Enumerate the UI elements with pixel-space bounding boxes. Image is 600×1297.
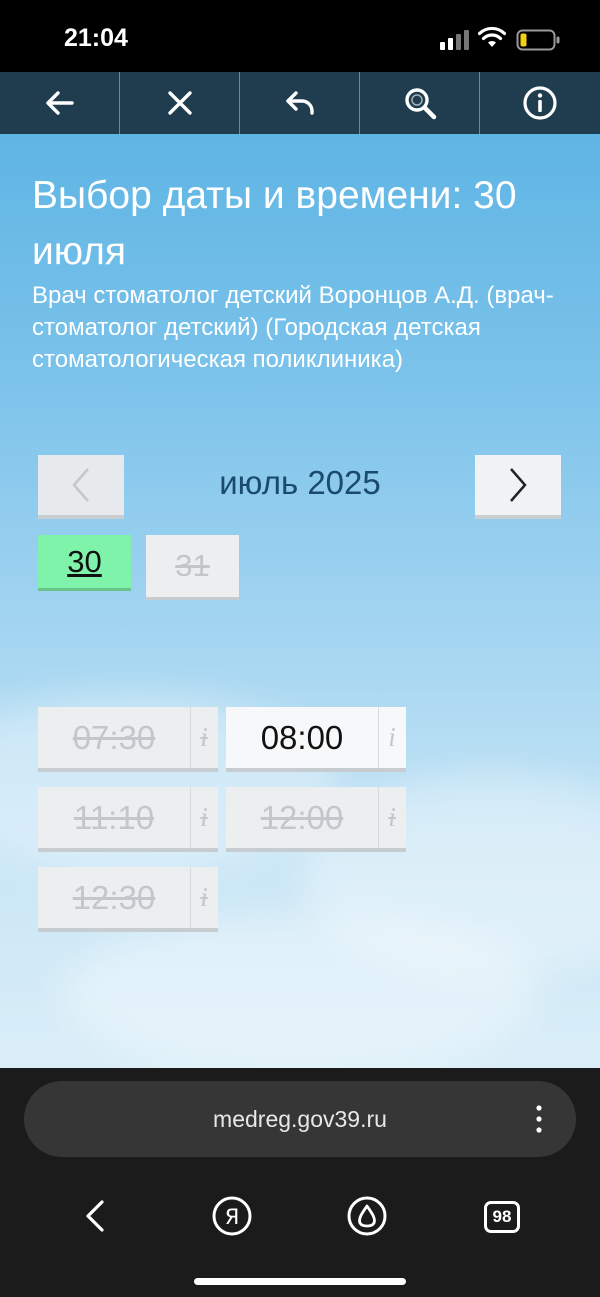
slot-info-icon[interactable]: i [378,787,405,848]
page-title: Выбор даты и времени: 30 июля [32,174,517,273]
month-label: июль 2025 [219,464,381,501]
slot-time[interactable]: 07:30 [38,707,190,768]
battery-icon [516,29,560,51]
browser-nav: Я 98 [0,1188,600,1244]
slot-time[interactable]: 12:00 [226,787,378,848]
browser-bar: medreg.gov39.ru Я 98 [0,1068,600,1297]
app-toolbar [0,72,600,134]
day-button-30[interactable]: 30 [38,535,131,591]
back-icon [86,1200,104,1232]
wifi-icon [478,26,506,47]
status-time: 21:04 [64,24,128,52]
info-icon [523,86,557,120]
chevron-right-icon [510,468,527,502]
undo-arrow-icon [285,91,314,115]
tabs-icon: 98 [484,1201,520,1233]
slot-info-icon[interactable]: i [190,867,217,928]
alice-icon [347,1196,387,1236]
slot-info-icon[interactable]: i [378,707,405,768]
chevron-left-icon [72,468,89,502]
slot-info-icon[interactable]: i [190,787,217,848]
day-button-31[interactable]: 31 [146,535,239,600]
time-slot-1200[interactable]: 12:00 i [226,787,406,852]
slot-time[interactable]: 11:10 [38,787,190,848]
time-slot-0800[interactable]: 08:00 i [226,707,406,772]
more-menu-icon[interactable] [530,1103,548,1135]
slot-time[interactable]: 08:00 [226,707,378,768]
content-area: Выбор даты и времени: 30 июля Врач стома… [0,134,600,1068]
tabs-button[interactable]: 98 [474,1188,530,1244]
slot-time[interactable]: 12:30 [38,867,190,928]
close-button[interactable] [120,72,240,134]
time-slot-0730[interactable]: 07:30 i [38,707,218,772]
browser-back-button[interactable] [68,1188,124,1244]
prev-month-button[interactable] [38,455,124,519]
signal-icon [440,30,469,50]
svg-text:Я: Я [225,1205,240,1229]
close-icon [167,91,192,115]
search-button[interactable] [360,72,480,134]
home-indicator[interactable] [194,1278,406,1285]
search-icon [404,88,436,120]
back-button[interactable] [0,72,120,134]
doctor-info: Врач стоматолог детский Воронцов А.Д. (в… [32,282,554,373]
undo-button[interactable] [240,72,360,134]
yandex-button[interactable]: Я [204,1188,260,1244]
url-text[interactable]: medreg.gov39.ru [24,1081,576,1157]
time-slot-1110[interactable]: 11:10 i [38,787,218,852]
time-slot-1230[interactable]: 12:30 i [38,867,218,932]
next-month-button[interactable] [475,455,561,519]
status-bar: 21:04 [0,0,600,72]
info-button[interactable] [480,72,600,134]
alice-button[interactable] [339,1188,395,1244]
arrow-left-icon [45,91,74,115]
address-bar[interactable]: medreg.gov39.ru [24,1081,576,1157]
yandex-icon: Я [212,1196,252,1236]
slot-info-icon[interactable]: i [190,707,217,768]
